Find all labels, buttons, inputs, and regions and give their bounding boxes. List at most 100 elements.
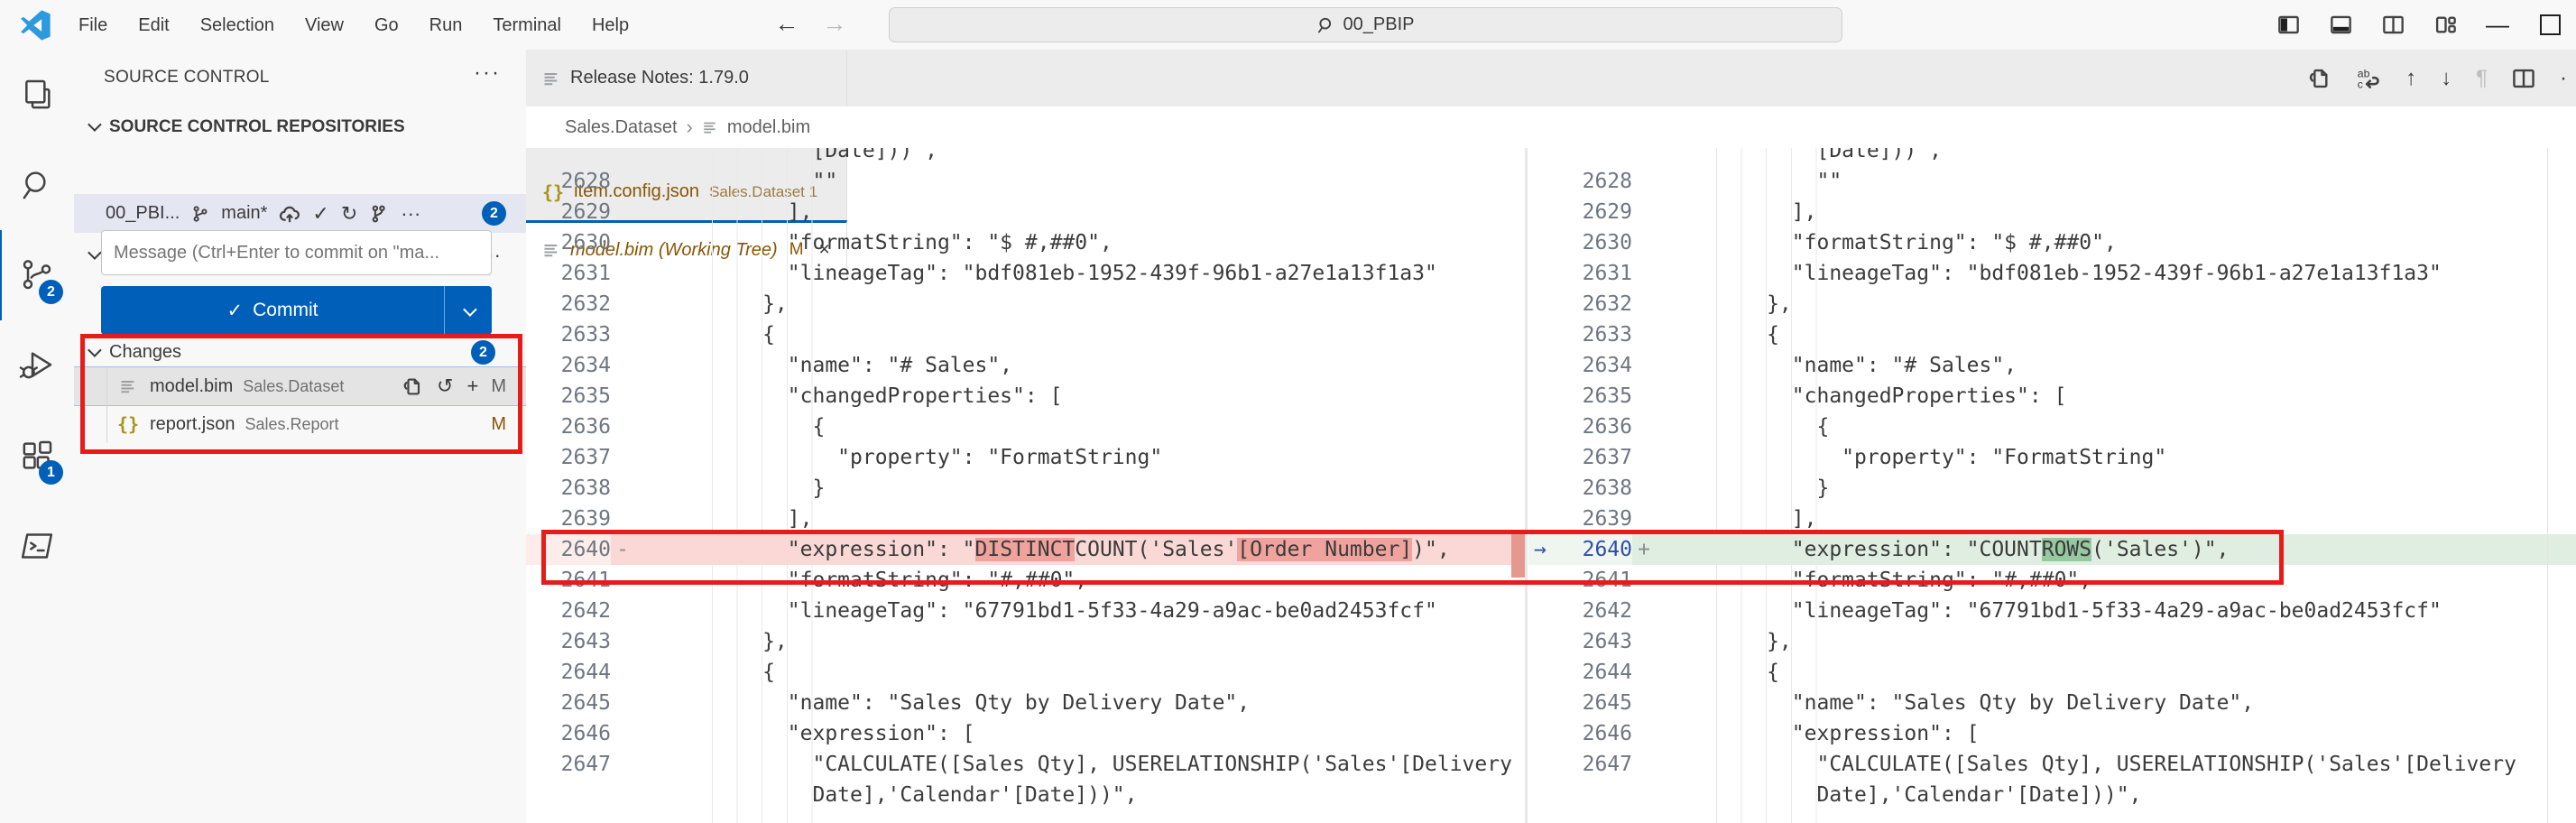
line-number: 2640 <box>1583 538 1632 561</box>
code-line: "property": "FormatString" <box>611 442 1525 473</box>
line-number: 2642 <box>561 599 611 623</box>
repository-row[interactable]: 00_PBI... main* ✓ ↻ ··· 2 <box>74 194 526 233</box>
diff-row-2629: 2629 ], <box>1528 197 2576 227</box>
breadcrumb-file[interactable]: model.bim <box>727 117 810 138</box>
line-number-gutter: 2637 <box>526 442 611 473</box>
commit-button[interactable]: ✓ Commit <box>101 286 492 335</box>
nav-back-icon[interactable]: ← <box>769 0 805 50</box>
code-line: "formatString": "#,##0", <box>1632 565 2576 596</box>
show-whitespace-icon[interactable]: ¶ <box>2476 66 2488 91</box>
customize-layout-icon[interactable] <box>2419 0 2471 50</box>
command-center-search[interactable]: 00_PBIP <box>889 7 1842 42</box>
cloud-upload-icon[interactable] <box>279 203 300 225</box>
diff-row-2634: 2634 "name": "# Sales", <box>526 350 1525 381</box>
code-line: { <box>611 657 1525 688</box>
diff-row-2642: 2642 "lineageTag": "67791bd1-5f33-4a29-a… <box>1528 596 2576 626</box>
refresh-icon[interactable]: ↻ <box>341 202 357 226</box>
diff-row-wrap: Date],'Calendar'[Date]))", <box>526 780 1525 810</box>
nav-forward-icon[interactable]: → <box>817 0 853 50</box>
activity-terminal[interactable] <box>0 501 74 591</box>
diff-row-2646: 2646 "expression": [ <box>526 718 1525 749</box>
split-editor-layout-icon[interactable] <box>2367 0 2419 50</box>
diff-row-2636: 2636 { <box>526 412 1525 442</box>
code-line: "expression": "COUNTROWS('Sales')", <box>1632 534 2576 565</box>
search-value: 00_PBIP <box>1343 14 1415 35</box>
open-file-icon[interactable] <box>402 376 423 397</box>
open-file-icon[interactable] <box>2308 67 2331 90</box>
code-line: }, <box>611 289 1525 319</box>
split-editor-icon[interactable] <box>2512 67 2535 90</box>
diff-row-2644: 2644 { <box>1528 657 2576 688</box>
line-number: 2628 <box>561 170 611 193</box>
activity-search[interactable] <box>0 140 74 230</box>
files-icon <box>19 77 55 113</box>
diff-row-wrap: Date],'Calendar'[Date]))", <box>1528 780 2576 810</box>
diff-row-2645: 2645 "name": "Sales Qty by Delivery Date… <box>1528 688 2576 718</box>
line-number: 2636 <box>561 415 611 439</box>
diff-row-2647: 2647 "CALCULATE([Sales Qty], USERELATION… <box>1528 749 2576 780</box>
git-graph-icon[interactable] <box>369 204 389 224</box>
repositories-header-label: SOURCE CONTROL REPOSITORIES <box>109 117 405 137</box>
line-number-gutter: 2634 <box>526 350 611 381</box>
line-number-gutter: 2635 <box>1528 381 1632 412</box>
line-number: 2646 <box>1583 722 1632 745</box>
stage-changes-icon[interactable]: + <box>466 375 478 398</box>
more-actions-icon[interactable]: · <box>2560 66 2567 91</box>
menu-terminal[interactable]: Terminal <box>477 1 577 50</box>
line-number: 2641 <box>561 569 611 592</box>
repository-name: 00_PBI... <box>106 203 180 224</box>
tab-release-notes-1-79-0[interactable]: Release Notes: 1.79.0 <box>526 50 847 106</box>
line-number: 2639 <box>1583 507 1632 531</box>
line-number-gutter: 2633 <box>1528 319 1632 350</box>
menu-edit[interactable]: Edit <box>123 1 184 50</box>
code-line: "changedProperties": [ <box>611 381 1525 412</box>
menu-go[interactable]: Go <box>359 1 414 50</box>
toggle-word-wrap-icon[interactable]: abc <box>2356 66 2381 91</box>
toggle-panel-icon[interactable] <box>2314 0 2367 50</box>
code-rows-left: [Date]))",2628 ""2629 ],2630 "formatStri… <box>526 148 1525 810</box>
breadcrumb-folder[interactable]: Sales.Dataset <box>565 117 678 138</box>
minimize-button[interactable]: — <box>2471 0 2524 50</box>
svg-text:c: c <box>2358 78 2363 90</box>
next-change-icon[interactable]: ↓ <box>2441 66 2451 91</box>
line-number-gutter: 2630 <box>1528 227 1632 258</box>
code-line: { <box>611 412 1525 442</box>
change-row-model.bim[interactable]: model.bimSales.Dataset↺+M <box>74 367 526 405</box>
menu-selection[interactable]: Selection <box>185 1 290 50</box>
repositories-section-header[interactable]: SOURCE CONTROL REPOSITORIES <box>85 117 405 137</box>
code-line: "formatString": "#,##0", <box>611 565 1525 596</box>
activity-source-control[interactable]: 2 <box>0 230 74 320</box>
changes-header-label: Changes <box>109 342 181 363</box>
changes-list: model.bimSales.Dataset↺+M{}report.jsonSa… <box>74 367 526 443</box>
maximize-button[interactable] <box>2524 0 2576 50</box>
menu-run[interactable]: Run <box>414 1 478 50</box>
previous-change-icon[interactable]: ↑ <box>2405 66 2416 91</box>
diff-row-2631: 2631 "lineageTag": "bdf081eb-1952-439f-9… <box>526 258 1525 289</box>
revert-change-arrow-icon[interactable]: → <box>1534 534 1547 565</box>
git-branch-icon <box>191 204 209 224</box>
changes-section-header[interactable]: Changes 2 <box>85 340 515 365</box>
activity-explorer[interactable] <box>0 50 74 140</box>
activity-extensions[interactable]: 1 <box>0 411 74 501</box>
code-line: { <box>1632 412 2576 442</box>
code-line: "name": "# Sales", <box>611 350 1525 381</box>
menu-file[interactable]: File <box>63 1 123 50</box>
line-number: 2630 <box>1583 231 1632 254</box>
repo-more-actions-icon[interactable]: ··· <box>401 202 420 226</box>
diff-sash[interactable] <box>1525 148 1528 823</box>
code-line: ], <box>1632 504 2576 534</box>
commit-message-input[interactable] <box>101 230 492 275</box>
line-number: 2634 <box>561 354 611 377</box>
line-number-gutter: 2646 <box>526 718 611 749</box>
commit-dropdown-button[interactable] <box>444 286 492 335</box>
sidebar-more-actions-icon[interactable]: ··· <box>474 60 501 86</box>
toggle-sidebar-icon[interactable] <box>2262 0 2314 50</box>
menu-view[interactable]: View <box>290 1 359 50</box>
commit-check-icon[interactable]: ✓ <box>312 202 328 226</box>
code-line: }, <box>1632 626 2576 657</box>
menu-help[interactable]: Help <box>577 1 644 50</box>
code-line: { <box>1632 319 2576 350</box>
discard-changes-icon[interactable]: ↺ <box>437 375 453 398</box>
change-row-report.json[interactable]: {}report.jsonSales.ReportM <box>74 405 526 443</box>
activity-run-debug[interactable] <box>0 320 74 411</box>
